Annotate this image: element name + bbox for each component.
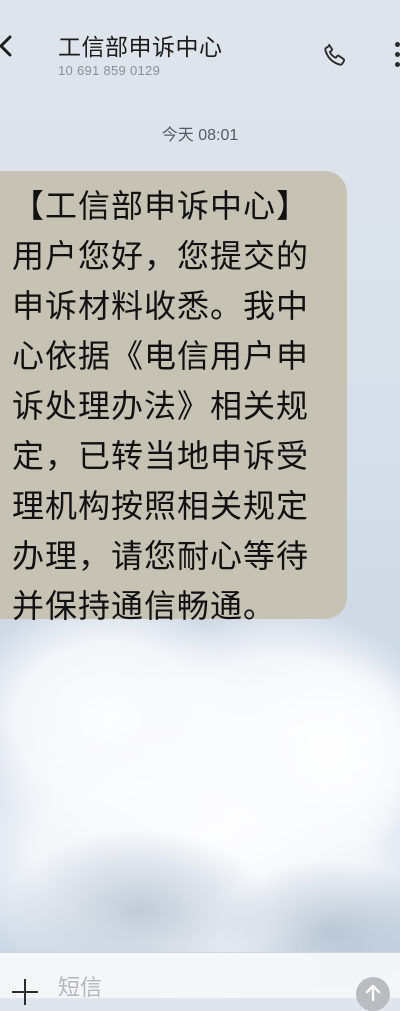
more-vertical-icon [395,42,400,47]
contact-name: 工信部申诉中心 [58,35,223,61]
conversation-header: 工信部申诉中心 10 691 859 0129 [0,0,400,90]
sender-number: 10 691 859 0129 [58,63,161,78]
send-button[interactable] [356,977,390,1011]
message-text: 【工信部申诉中心】用户您好，您提交的申诉材料收悉。我中心依据《电信用户申诉处理办… [12,187,310,625]
chevron-left-icon [0,35,12,57]
message-timestamp: 今天 08:01 [161,127,239,144]
message-input[interactable] [58,973,338,1003]
send-arrow-icon [365,984,381,1002]
more-options-button[interactable] [392,42,400,68]
composer-bar [0,952,400,1011]
phone-icon [324,43,346,66]
add-attachment-button[interactable] [12,979,38,1005]
call-button[interactable] [320,40,350,70]
message-bubble[interactable]: 【工信部申诉中心】用户您好，您提交的申诉材料收悉。我中心依据《电信用户申诉处理办… [0,171,347,625]
back-button[interactable] [0,32,16,60]
